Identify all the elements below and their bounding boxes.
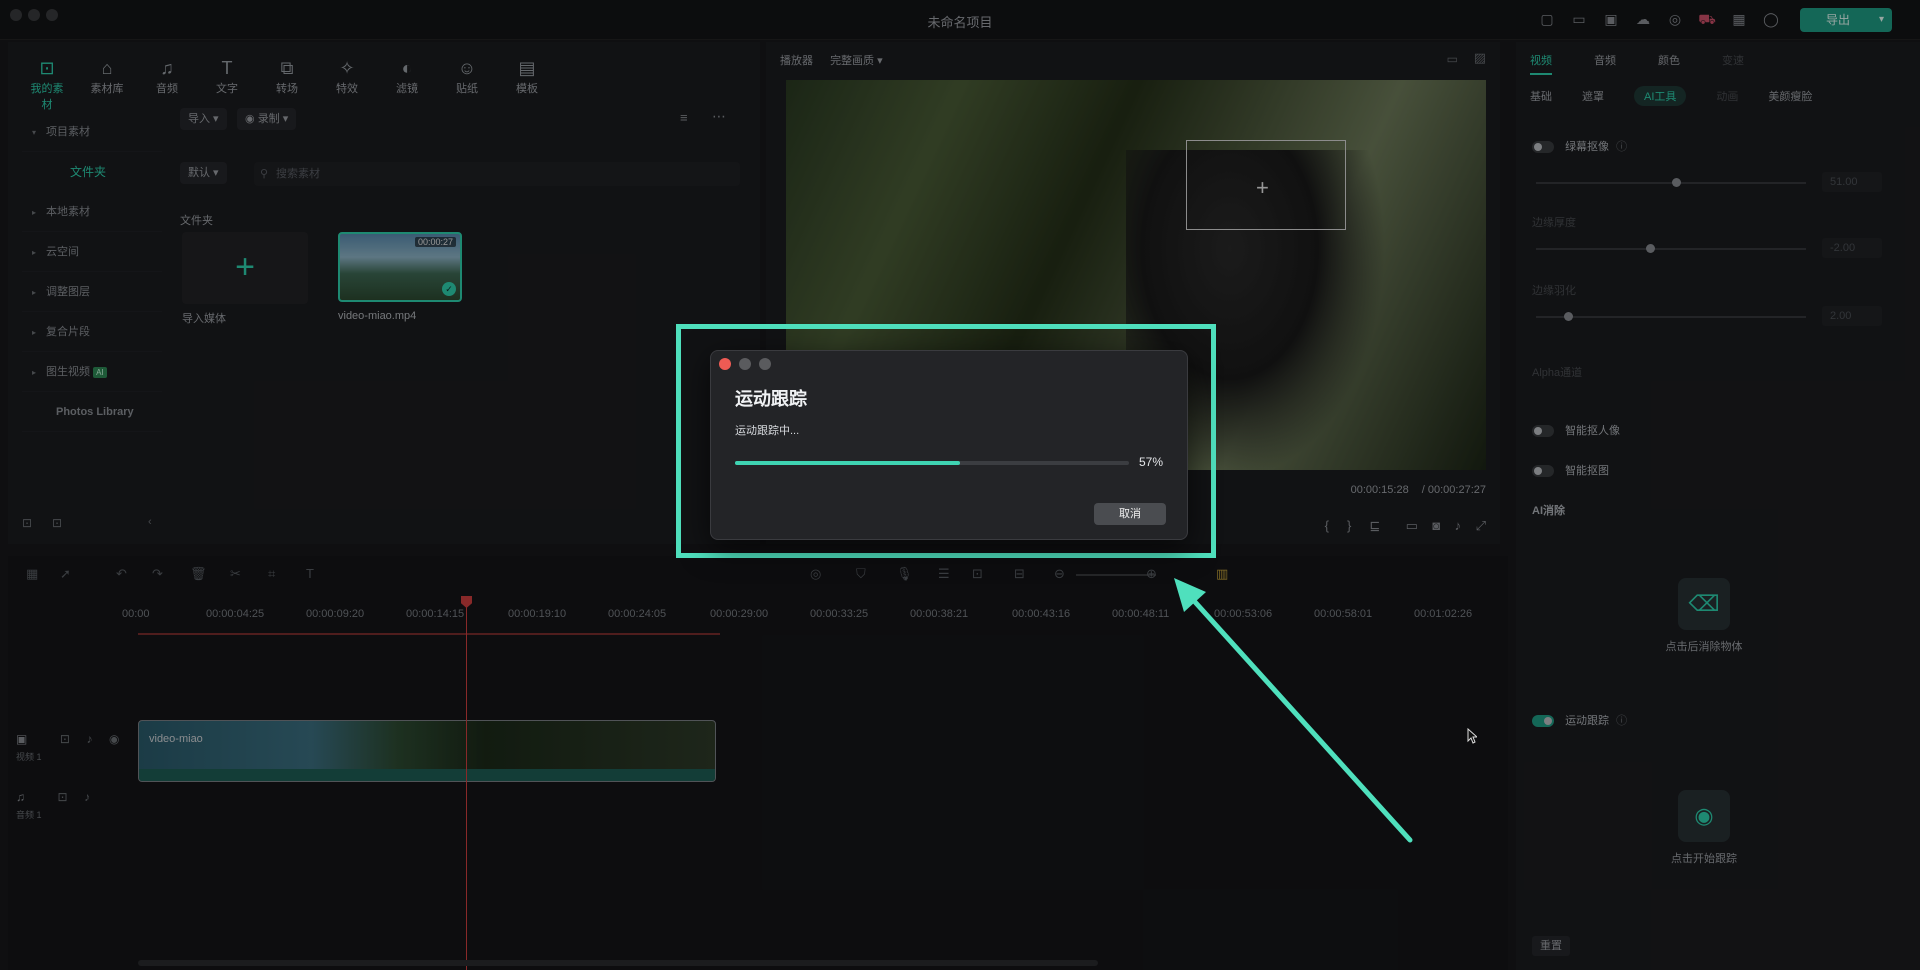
mouse-cursor-icon [1467, 728, 1477, 744]
app-window: 未命名项目 ▢ ▭ ▣ ☁ ◎ ⛟ ▦ ◯ 导出 ▾ ⊡ 我的素材 ⌂ 素材库 ♫ 音… [0, 0, 1920, 970]
dialog-minimize-button[interactable] [739, 358, 751, 370]
dialog-close-button[interactable] [719, 358, 731, 370]
motion-tracking-dialog: 运动跟踪 运动跟踪中... 57% 取消 [710, 350, 1188, 540]
cancel-button[interactable]: 取消 [1094, 503, 1166, 525]
progress-bar [735, 461, 1129, 465]
dialog-status: 运动跟踪中... [735, 425, 800, 437]
dialog-zoom-button[interactable] [759, 358, 771, 370]
progress-percent: 57% [1139, 455, 1164, 469]
dialog-title: 运动跟踪 [735, 389, 807, 409]
progress-fill [735, 461, 960, 465]
